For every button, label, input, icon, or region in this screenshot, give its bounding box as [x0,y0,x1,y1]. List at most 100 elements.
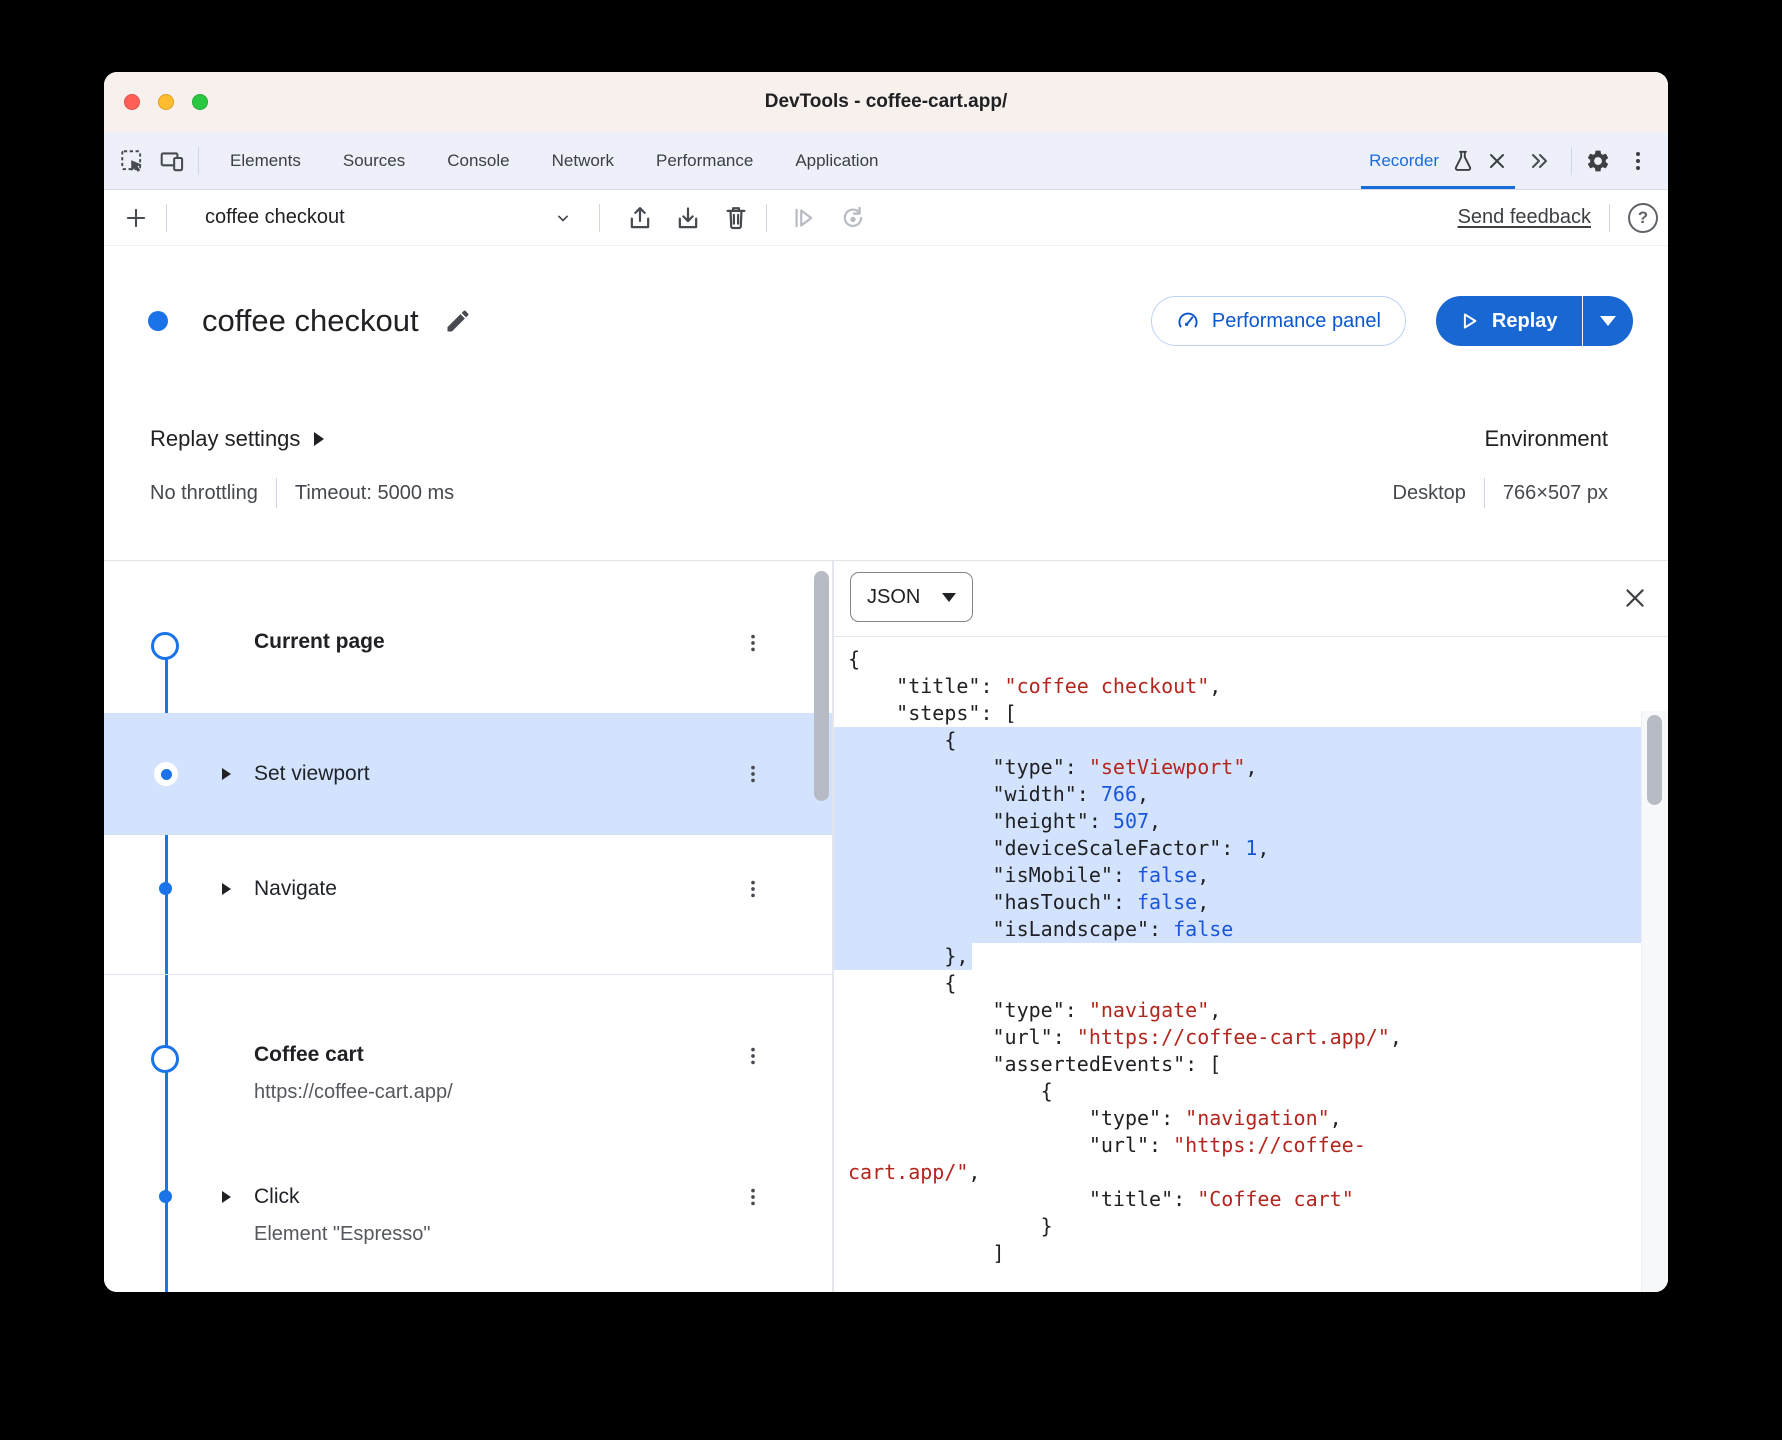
code-line: { [834,1078,1642,1105]
send-feedback-link[interactable]: Send feedback [1458,206,1591,229]
step-marker-icon [159,1190,172,1203]
step-menu-button[interactable] [738,759,768,789]
tab-application[interactable]: Application [774,132,899,189]
close-recorder-tab-icon[interactable] [1487,151,1507,171]
step-menu-button[interactable] [738,628,768,658]
step-row-set-viewport[interactable]: Set viewport [104,713,832,835]
throttling-value: No throttling [150,482,258,505]
recording-select[interactable]: coffee checkout [179,198,587,238]
code-line: "height": 507, [834,808,1642,835]
step-row-coffee-cart[interactable]: Coffee cart https://coffee-cart.app/ [104,1001,832,1121]
kebab-menu-icon [742,878,764,900]
step-target: Element "Espresso" [254,1223,431,1246]
plus-icon [123,205,149,231]
step-play-icon [789,204,817,232]
devtools-menu-button[interactable] [1622,145,1654,177]
recorder-toolbar: coffee checkout [104,190,1668,246]
close-json-panel-button[interactable] [1620,583,1650,613]
replay-button[interactable]: Replay [1436,296,1582,346]
more-tabs-button[interactable] [1523,145,1555,177]
json-panel: JSON { "title": "coffee checkout", "step… [834,561,1668,1292]
step-row-navigate[interactable]: Navigate [104,847,832,931]
export-recording-button[interactable] [622,200,658,236]
recording-select-value: coffee checkout [205,206,345,229]
pencil-icon [444,307,472,335]
toolbar-separator-3 [766,204,767,232]
step-row-click[interactable]: Click Element "Espresso" [104,1161,832,1281]
code-line: ] [834,1240,1642,1267]
tabbar-right-controls [1517,145,1654,177]
code-line: { [834,646,1642,673]
inspect-element-button[interactable] [116,145,148,177]
tab-console[interactable]: Console [426,132,530,189]
close-icon [1622,585,1648,611]
device-toolbar-button[interactable] [156,145,188,177]
code-line: { [834,970,1642,997]
code-line: "hasTouch": false, [834,889,1642,916]
speedometer-icon [1176,309,1200,333]
json-code-area: { "title": "coffee checkout", "steps": [… [834,636,1668,1292]
code-line: "title": "Coffee cart" [834,1186,1642,1213]
settings-row: Replay settings No throttling Timeout: 5… [104,396,1668,560]
edit-title-button[interactable] [441,304,475,338]
code-line: "type": "setViewport", [834,754,1642,781]
settings-button[interactable] [1582,145,1614,177]
tab-recorder[interactable]: Recorder [1359,132,1517,189]
code-line: cart.app/", [834,1159,1642,1186]
code-line: "type": "navigation", [834,1105,1642,1132]
step-row-current-page[interactable]: Current page [104,601,832,685]
play-icon [1458,310,1480,332]
replay-split-button: Replay [1436,296,1633,346]
device-value: Desktop [1393,482,1466,505]
viewport-size-value: 766×507 px [1503,482,1608,505]
section-divider [104,974,832,975]
recording-header: coffee checkout Performance panel [104,246,1668,396]
devtools-window: DevTools - coffee-cart.app/ Elements Sou… [104,72,1668,1292]
delete-recording-button[interactable] [718,200,754,236]
disclosure-triangle-icon[interactable] [222,1191,231,1203]
replay-from-step-button-disabled[interactable] [835,200,871,236]
disclosure-triangle-icon[interactable] [222,768,231,780]
replay-settings-section: Replay settings No throttling Timeout: 5… [150,426,454,560]
step-marker-selected-icon [154,762,178,786]
json-scrollbar-track[interactable] [1641,711,1668,1292]
performance-panel-button[interactable]: Performance panel [1151,296,1406,346]
step-menu-button[interactable] [738,1041,768,1071]
replay-settings-label: Replay settings [150,426,300,452]
add-recording-button[interactable] [118,200,154,236]
import-recording-button[interactable] [670,200,706,236]
experiment-flask-icon [1451,149,1475,173]
tab-network[interactable]: Network [531,132,635,189]
help-button[interactable]: ? [1628,203,1658,233]
disclosure-triangle-icon[interactable] [222,883,231,895]
step-menu-button[interactable] [738,1182,768,1212]
window-title: DevTools - coffee-cart.app/ [104,91,1668,113]
replay-settings-toggle[interactable]: Replay settings [150,426,454,452]
environment-label: Environment [1484,426,1608,452]
step-menu-button[interactable] [738,874,768,904]
tab-performance[interactable]: Performance [635,132,774,189]
json-scrollbar-thumb[interactable] [1647,715,1662,805]
toolbar-separator-2 [599,204,600,232]
tab-recorder-label: Recorder [1369,151,1439,171]
step-label: Navigate [254,877,337,901]
expand-triangle-icon [314,432,324,446]
format-select[interactable]: JSON [850,572,973,622]
section-marker-icon [151,1045,179,1073]
recording-title: coffee checkout [202,303,419,339]
format-select-value: JSON [867,586,920,609]
environment-section: Environment Desktop 766×507 px [1393,426,1608,560]
code-line: } [834,1213,1642,1240]
tab-sources[interactable]: Sources [322,132,426,189]
replay-options-button[interactable] [1583,296,1633,346]
question-mark-icon: ? [1638,208,1648,228]
restart-arc-icon [839,204,867,232]
steps-scrollbar[interactable] [814,571,829,801]
kebab-menu-icon [742,1186,764,1208]
tab-elements[interactable]: Elements [209,132,322,189]
trash-icon [722,204,750,232]
replay-step-button-disabled[interactable] [785,200,821,236]
header-actions: Performance panel Replay [1151,296,1633,346]
step-label: Current page [254,630,385,654]
triangle-down-icon [1600,316,1616,326]
